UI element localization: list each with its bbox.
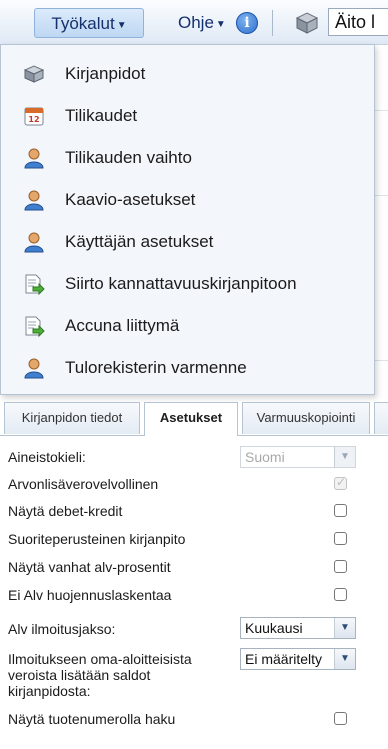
chevron-down-icon: ▼ xyxy=(215,19,226,30)
user-icon xyxy=(24,358,44,379)
tools-dropdown-menu: Kirjanpidot 12 Tilikaudet Tilikauden vai… xyxy=(0,44,375,395)
tab-label: Kirjanpidon tiedot xyxy=(21,410,123,425)
language-label: Aineistokieli: xyxy=(8,449,86,465)
self-assessed-select-value: Ei määritelty xyxy=(245,651,323,667)
cash-basis-checkbox[interactable] xyxy=(334,532,347,545)
menu-item-kirjanpidot[interactable]: Kirjanpidot xyxy=(9,53,367,95)
setting-row-vat-period: Alv ilmoitusjakso: Kuukausi ▼ xyxy=(0,617,388,641)
vat-period-select-value: Kuukausi xyxy=(245,620,303,636)
setting-row-self-assessed-taxes: Ilmoitukseen oma-aloitteisista veroista … xyxy=(0,648,388,704)
user-icon xyxy=(24,190,44,211)
menu-item-label: Tulorekisterin varmenne xyxy=(65,358,247,377)
self-assessed-label: Ilmoitukseen oma-aloitteisista veroista … xyxy=(8,651,192,699)
user-icon xyxy=(24,232,44,253)
ledger-book-icon xyxy=(295,12,319,34)
menu-item-kaavio-asetukset[interactable]: Kaavio-asetukset xyxy=(9,179,367,221)
tools-menu-button[interactable]: Työkalut ▼ xyxy=(34,8,144,38)
menu-item-siirto-kannattavuuskirjanpitoon[interactable]: Siirto kannattavuuskirjanpitoon xyxy=(9,263,367,305)
menu-item-tulorekisterin-varmenne[interactable]: Tulorekisterin varmenne xyxy=(9,347,367,389)
menu-item-accuna-liittyma[interactable]: Accuna liittymä xyxy=(9,305,367,347)
chevron-down-icon: ▼ xyxy=(116,20,127,31)
ledger-book-icon xyxy=(23,65,45,83)
setting-row-cash-basis: Suoriteperusteinen kirjanpito xyxy=(0,530,388,550)
tab-kirjanpidon-tiedot[interactable]: Kirjanpidon tiedot xyxy=(4,402,140,434)
info-icon[interactable]: i xyxy=(236,12,258,34)
chevron-down-icon: ▼ xyxy=(334,618,355,638)
vat-period-select[interactable]: Kuukausi ▼ xyxy=(240,617,356,639)
setting-row-old-vat: Näytä vanhat alv-prosentit xyxy=(0,558,388,578)
export-document-icon xyxy=(25,316,45,337)
self-assessed-select[interactable]: Ei määritelty ▼ xyxy=(240,648,356,670)
menu-item-label: Käyttäjän asetukset xyxy=(65,232,214,251)
checkmark-icon: ✓ xyxy=(336,475,347,489)
svg-text:12: 12 xyxy=(28,115,39,124)
export-document-icon xyxy=(25,274,45,295)
cash-basis-label: Suoriteperusteinen kirjanpito xyxy=(8,531,186,547)
menu-item-label: Kaavio-asetukset xyxy=(65,190,196,209)
product-search-label: Näytä tuotenumerolla haku xyxy=(8,711,176,727)
setting-row-language: Aineistokieli: Suomi ▼ xyxy=(0,446,388,470)
menu-item-label: Siirto kannattavuuskirjanpitoon xyxy=(65,274,297,293)
language-select: Suomi ▼ xyxy=(240,446,356,468)
menu-item-kayttajan-asetukset[interactable]: Käyttäjän asetukset xyxy=(9,221,367,263)
menu-item-tilikaudet[interactable]: 12 Tilikaudet xyxy=(9,95,367,137)
language-select-value: Suomi xyxy=(245,449,285,465)
tab-label: Asetukset xyxy=(159,410,223,425)
company-select-value: Äito l xyxy=(335,12,376,32)
vat-registered-label: Arvonlisäverovelvollinen xyxy=(8,476,159,492)
calendar-icon: 12 xyxy=(24,107,44,126)
menu-item-label: Accuna liittymä xyxy=(65,316,180,335)
vat-registered-checkbox: ✓ xyxy=(334,475,347,490)
setting-row-product-search: Näytä tuotenumerolla haku xyxy=(0,710,388,730)
menu-item-tilikauden-vaihto[interactable]: Tilikauden vaihto xyxy=(9,137,367,179)
tab-asetukset[interactable]: Asetukset xyxy=(144,402,238,436)
tab-label: Varmuuskopiointi xyxy=(256,410,356,425)
setting-row-debit-credit: Näytä debet-kredit xyxy=(0,502,388,522)
vat-period-label: Alv ilmoitusjakso: xyxy=(8,621,116,637)
tools-menu-label: Työkalut xyxy=(51,14,115,33)
setting-row-vat-registered: Arvonlisäverovelvollinen ✓ xyxy=(0,475,388,495)
user-icon xyxy=(24,148,44,169)
show-debit-credit-label: Näytä debet-kredit xyxy=(8,503,123,519)
show-debit-credit-checkbox[interactable] xyxy=(334,504,347,517)
product-search-checkbox[interactable] xyxy=(334,712,347,725)
no-vat-relief-label: Ei Alv huojennuslaskentaa xyxy=(8,587,172,603)
tab-varmuuskopiointi[interactable]: Varmuuskopiointi xyxy=(242,402,370,434)
chevron-down-icon: ▼ xyxy=(334,649,355,669)
menu-item-label: Tilikaudet xyxy=(65,106,138,125)
chevron-down-icon: ▼ xyxy=(334,447,355,467)
settings-tab-bar: Kirjanpidon tiedot Asetukset Varmuuskopi… xyxy=(0,402,388,436)
tab-overflow[interactable] xyxy=(374,402,388,434)
help-menu-button[interactable]: Ohje ▼ xyxy=(178,8,226,38)
menu-item-label: Tilikauden vaihto xyxy=(65,148,192,167)
help-menu-label: Ohje xyxy=(178,13,214,32)
no-vat-relief-checkbox[interactable] xyxy=(334,588,347,601)
toolbar-divider xyxy=(272,10,273,36)
menu-item-label: Kirjanpidot xyxy=(65,64,146,83)
top-toolbar: Työkalut ▼ Ohje ▼ i Äito l xyxy=(0,0,388,45)
setting-row-no-vat-relief: Ei Alv huojennuslaskentaa xyxy=(0,586,388,606)
company-select[interactable]: Äito l xyxy=(328,8,388,36)
old-vat-label: Näytä vanhat alv-prosentit xyxy=(8,559,171,575)
old-vat-checkbox[interactable] xyxy=(334,560,347,573)
